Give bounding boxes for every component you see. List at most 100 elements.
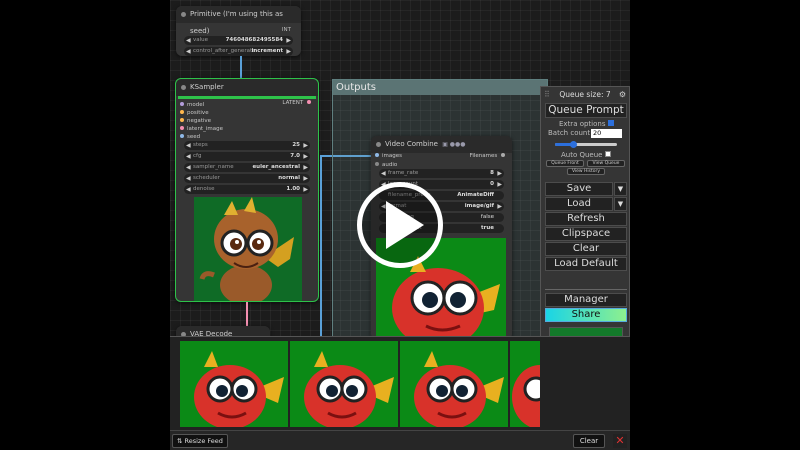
sampler-name-widget[interactable]: ◀ sampler_name euler_ancestral ▶ (184, 163, 310, 172)
feed-thumbnail[interactable] (510, 341, 540, 427)
input-slot-images[interactable]: images (375, 152, 402, 160)
increment-arrow-icon[interactable]: ▶ (303, 185, 308, 194)
widget-value: euler_ancestral (252, 164, 300, 170)
collapse-dot-icon[interactable] (181, 85, 186, 90)
auto-queue-label: Auto Queue (561, 151, 603, 159)
slot-label: images (382, 153, 402, 159)
input-slot-positive[interactable]: positive (180, 109, 209, 117)
steps-widget[interactable]: ◀ steps 25 ▶ (184, 141, 310, 150)
decrement-arrow-icon[interactable]: ◀ (381, 169, 386, 178)
outputs-group-title[interactable]: Outputs (333, 80, 547, 95)
resize-feed-button[interactable]: ⇅ Resize Feed (172, 434, 228, 448)
cfg-widget[interactable]: ◀ cfg 7.0 ▶ (184, 152, 310, 161)
load-button[interactable]: Load (545, 197, 613, 211)
decrement-arrow-icon[interactable]: ◀ (186, 163, 191, 172)
collapse-dot-icon[interactable] (181, 12, 186, 17)
slider-thumb[interactable] (570, 141, 577, 148)
ksampler-node[interactable]: KSampler model positive negative latent_… (175, 78, 319, 302)
feed-thumbnail[interactable] (290, 341, 398, 427)
increment-arrow-icon[interactable]: ▶ (303, 163, 308, 172)
increment-arrow-icon[interactable]: ▶ (286, 36, 291, 45)
queue-prompt-button[interactable]: Queue Prompt (545, 103, 627, 118)
decrement-arrow-icon[interactable]: ◀ (186, 152, 191, 161)
increment-arrow-icon[interactable]: ▶ (286, 47, 291, 56)
primitive-output-slot[interactable]: INT (282, 26, 291, 34)
slot-label: audio (382, 162, 398, 168)
collapse-dot-icon[interactable] (376, 142, 381, 147)
input-slot-seed[interactable]: seed (180, 133, 200, 141)
slot-label: Filenames (469, 153, 498, 159)
widget-value: 25 (292, 142, 300, 148)
decrement-arrow-icon[interactable]: ◀ (186, 47, 191, 56)
save-button-group: Save ▼ (545, 182, 627, 196)
increment-arrow-icon[interactable]: ▶ (497, 180, 502, 189)
save-button[interactable]: Save (545, 182, 613, 196)
widget-label: control_after_generate (193, 48, 256, 54)
widget-label: scheduler (193, 175, 220, 181)
increment-arrow-icon[interactable]: ▶ (303, 141, 308, 150)
red-dragon-thumb (400, 341, 508, 427)
increment-arrow-icon[interactable]: ▶ (303, 174, 308, 183)
clear-feed-button[interactable]: Clear (573, 434, 605, 448)
extra-options-checkbox[interactable] (608, 120, 615, 126)
slot-label: latent_image (187, 126, 223, 132)
batch-count-slider[interactable] (555, 141, 617, 148)
output-slot-filenames[interactable]: Filenames (470, 152, 508, 160)
slot-label: model (187, 102, 205, 108)
close-feed-icon[interactable]: ✕ (613, 434, 627, 448)
increment-arrow-icon[interactable]: ▶ (497, 202, 502, 211)
slot-label: negative (187, 118, 212, 124)
drag-handle-icon[interactable]: ⠿ (544, 87, 550, 103)
share-button[interactable]: Share (545, 308, 627, 322)
image-feed[interactable] (170, 336, 630, 430)
extra-options-row: Extra options (559, 120, 615, 128)
primitive-value-widget[interactable]: ◀ value 746048682495584 ▶ (184, 36, 293, 45)
clipspace-button[interactable]: Clipspace (545, 227, 627, 241)
frame-rate-widget[interactable]: ◀ frame_rate 8 ▶ (379, 169, 504, 178)
feed-thumbnail[interactable] (180, 341, 288, 427)
primitive-node[interactable]: Primitive (I'm using this as seed) INT ◀… (176, 6, 301, 56)
manager-button[interactable]: Manager (545, 293, 627, 307)
decrement-arrow-icon[interactable]: ◀ (186, 141, 191, 150)
queue-front-button[interactable]: Queue Front (546, 160, 584, 167)
batch-count-input[interactable]: 20 (591, 129, 622, 138)
input-slot-negative[interactable]: negative (180, 117, 211, 125)
view-queue-button[interactable]: View Queue (587, 160, 625, 167)
input-slot-audio[interactable]: audio (375, 161, 397, 169)
decrement-arrow-icon[interactable]: ◀ (186, 36, 191, 45)
primitive-node-title[interactable]: Primitive (I'm using this as seed) (176, 6, 301, 35)
increment-arrow-icon[interactable]: ▶ (303, 152, 308, 161)
video-combine-title[interactable]: Video Combine ▣ ●●● (371, 136, 512, 153)
input-slot-model[interactable]: model (180, 101, 204, 109)
input-slot-latent[interactable]: latent_image (180, 125, 223, 133)
ksampler-title-text: KSampler (190, 83, 224, 91)
output-slot-latent[interactable]: LATENT (282, 99, 314, 107)
slot-label: seed (187, 134, 201, 140)
decrement-arrow-icon[interactable]: ◀ (186, 174, 191, 183)
play-button[interactable] (350, 182, 450, 268)
widget-label: frame_rate (388, 170, 419, 176)
ksampler-node-title[interactable]: KSampler (176, 79, 318, 96)
decrement-arrow-icon[interactable]: ◀ (186, 185, 191, 194)
gear-icon[interactable]: ⚙ (619, 87, 626, 103)
load-default-button[interactable]: Load Default (545, 257, 627, 271)
save-dropdown-icon[interactable]: ▼ (614, 182, 627, 196)
auto-queue-row: Auto Queue (561, 151, 612, 159)
denoise-widget[interactable]: ◀ denoise 1.00 ▶ (184, 185, 310, 194)
scheduler-widget[interactable]: ◀ scheduler normal ▶ (184, 174, 310, 183)
feed-bottom-bar: ⇅ Resize Feed Clear ✕ (170, 430, 630, 450)
slot-label: LATENT (282, 100, 304, 106)
feed-thumbnail[interactable] (400, 341, 508, 427)
widget-value: 1.00 (286, 186, 300, 192)
primitive-control-widget[interactable]: ◀ control_after_generate increment ▶ (184, 47, 293, 56)
view-history-button[interactable]: View History (567, 168, 605, 175)
refresh-button[interactable]: Refresh (545, 212, 627, 226)
widget-value: image/gif (464, 203, 494, 209)
auto-queue-checkbox[interactable] (605, 151, 612, 157)
load-dropdown-icon[interactable]: ▼ (614, 197, 627, 211)
clear-button[interactable]: Clear (545, 242, 627, 256)
increment-arrow-icon[interactable]: ▶ (497, 169, 502, 178)
primitive-output-label: INT (281, 27, 291, 33)
video-combine-title-text: Video Combine (385, 140, 438, 148)
widget-value: true (481, 225, 494, 231)
